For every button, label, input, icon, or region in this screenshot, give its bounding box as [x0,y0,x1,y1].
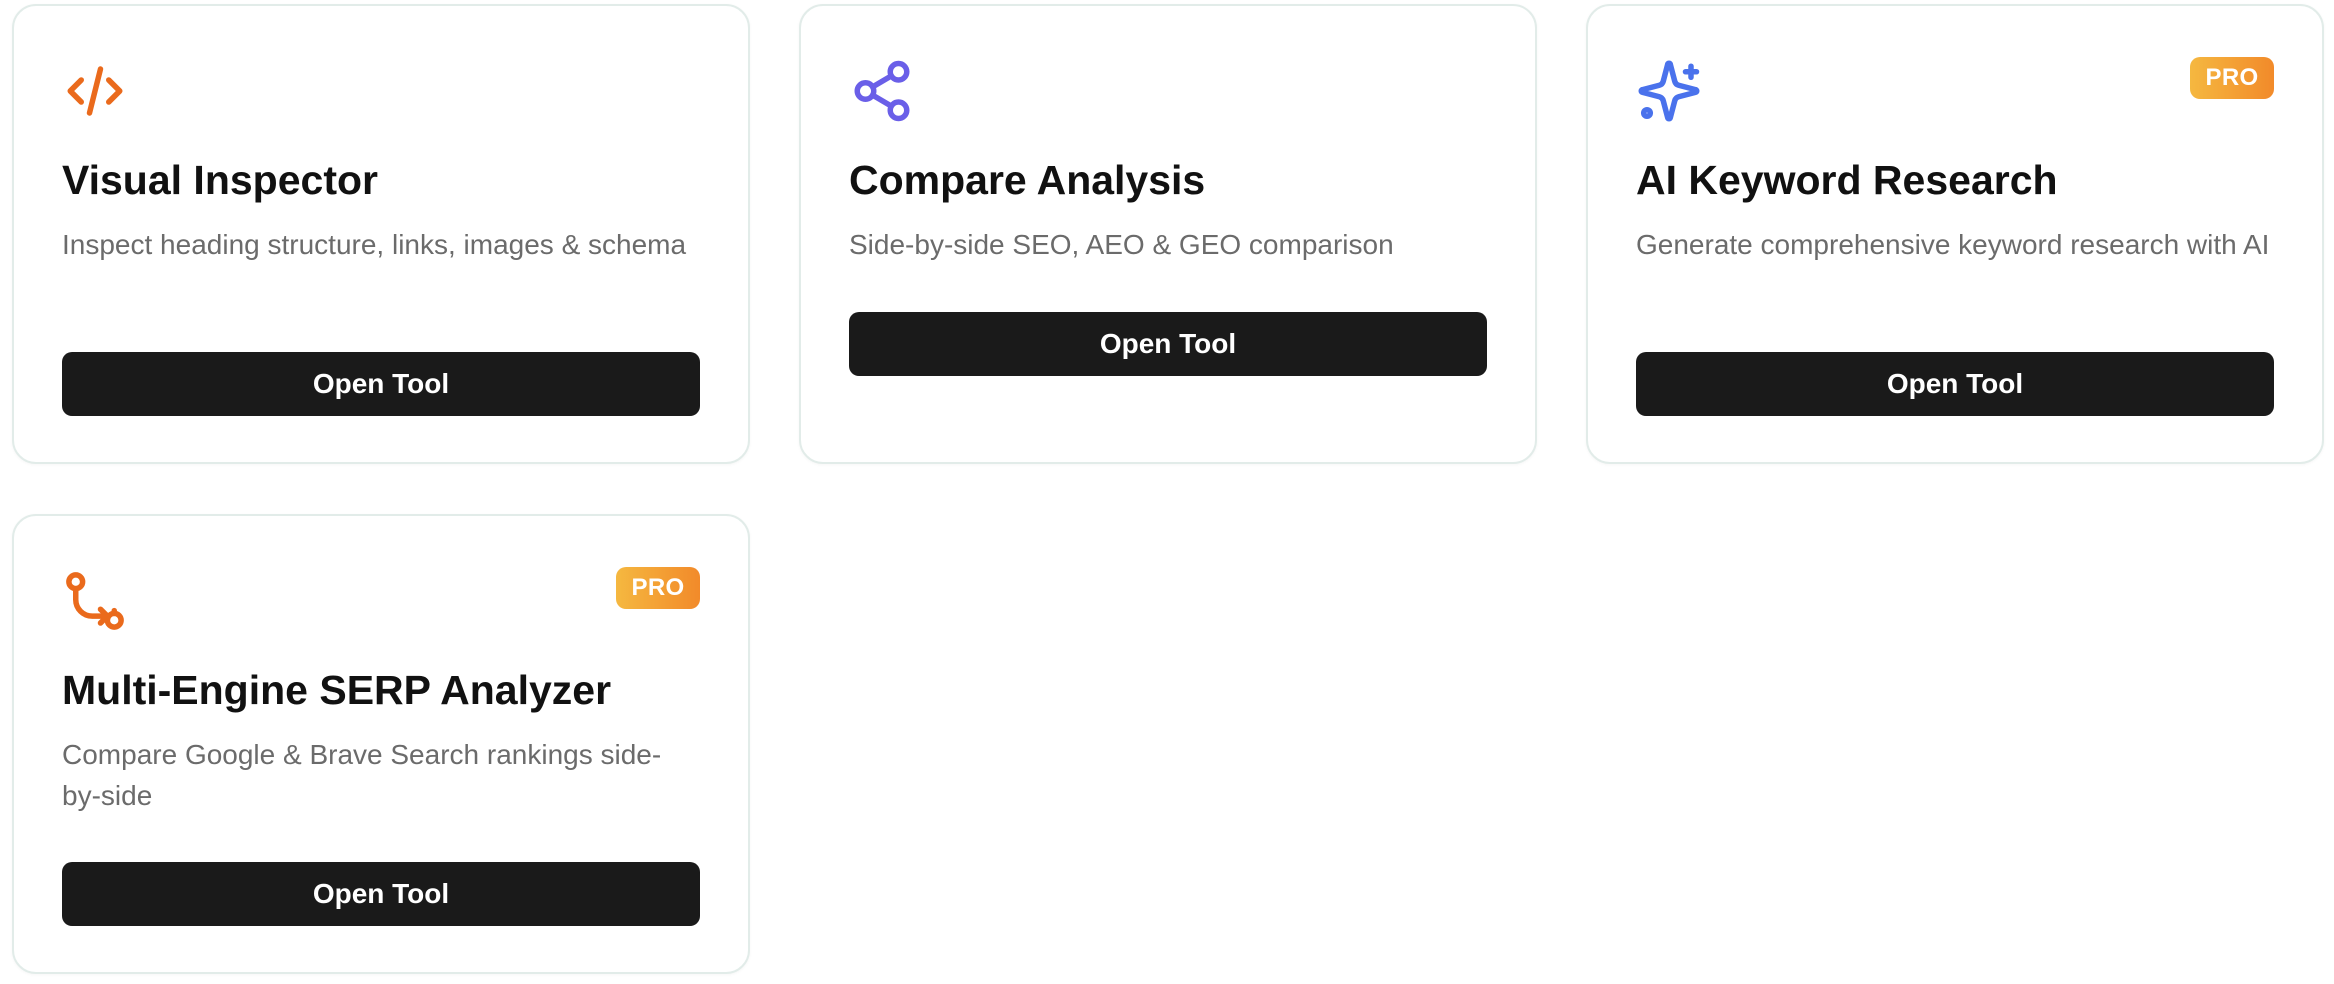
tool-card-multi-engine-serp-analyzer: PRO Multi-Engine SERP Analyzer Compare G… [12,514,750,974]
share-icon [849,58,915,124]
code-icon [62,58,128,124]
open-tool-button-multi-engine-serp-analyzer[interactable]: Open Tool [62,862,700,926]
card-description: Compare Google & Brave Search rankings s… [62,739,662,811]
card-title: Visual Inspector [62,157,378,203]
tool-card-compare-analysis: Compare Analysis Side-by-side SEO, AEO &… [799,4,1537,464]
card-title: AI Keyword Research [1636,157,2058,203]
card-title: Compare Analysis [849,157,1206,203]
open-tool-button-visual-inspector[interactable]: Open Tool [62,352,700,416]
open-tool-button-ai-keyword-research[interactable]: Open Tool [1636,352,2274,416]
card-description: Inspect heading structure, links, images… [62,229,687,260]
tool-card-visual-inspector: Visual Inspector Inspect heading structu… [12,4,750,464]
git-compare-icon [62,568,128,634]
card-description: Side-by-side SEO, AEO & GEO comparison [849,229,1394,260]
card-description: Generate comprehensive keyword research … [1636,229,2270,260]
tool-card-ai-keyword-research: PRO AI Keyword Research Generate compreh… [1586,4,2324,464]
sparkles-icon [1636,58,1702,124]
open-tool-button-compare-analysis[interactable]: Open Tool [849,312,1487,376]
card-title: Multi-Engine SERP Analyzer [62,667,612,713]
pro-badge: PRO [616,567,700,609]
pro-badge: PRO [2190,57,2274,99]
